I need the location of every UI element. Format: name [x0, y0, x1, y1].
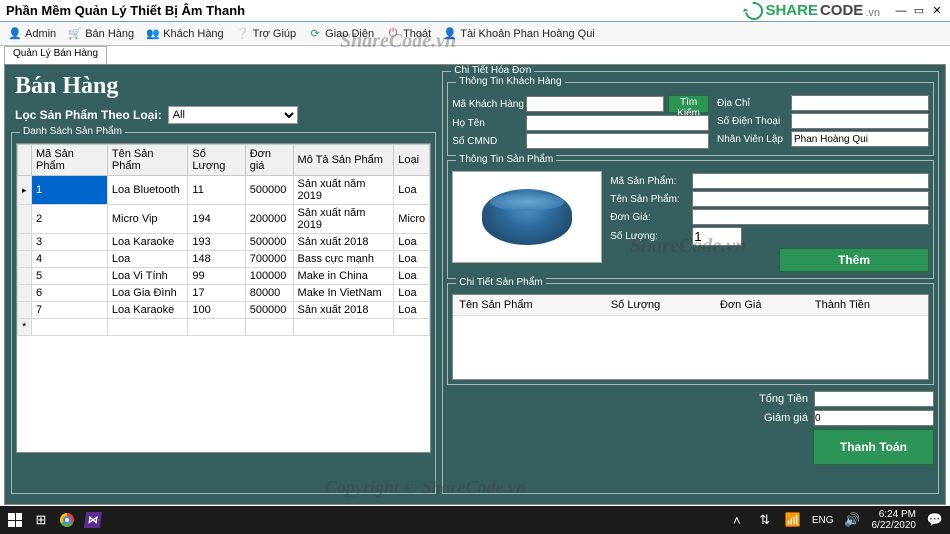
filter-label: Lọc Sản Phẩm Theo Loại: [15, 108, 162, 122]
sharecode-logo: SHARECODE.vn [745, 2, 880, 20]
clock[interactable]: 6:24 PM6/22/2020 [872, 509, 917, 531]
window-title: Phần Mềm Quản Lý Thiết Bị Âm Thanh [6, 3, 245, 18]
detail-box: Chi Tiết Sản Phẩm Tên Sản Phẩm Số Lượng … [447, 283, 934, 385]
staff-input[interactable] [791, 131, 929, 147]
help-icon: ❔ [236, 27, 250, 41]
user-icon: 👤 [8, 27, 22, 41]
cart-icon: 🛒 [68, 27, 82, 41]
minimize-button[interactable]: — [894, 4, 908, 18]
filter-select[interactable]: All [168, 106, 298, 124]
menu-exit[interactable]: ⏻Thoát [386, 27, 431, 41]
main-content: Bán Hàng Lọc Sản Phẩm Theo Loại: All Dan… [4, 64, 946, 505]
table-row[interactable]: 5Loa Vi Tính99100000Make in ChinaLoa [18, 268, 430, 285]
start-button[interactable] [6, 511, 24, 529]
recycle-icon [742, 0, 767, 23]
product-list-box: Danh Sách Sản Phẩm Mã Sản Phẩm Tên Sản P… [11, 132, 436, 494]
total-input[interactable] [814, 391, 934, 407]
col-gia[interactable]: Đơn giá [245, 145, 293, 176]
page-title: Bán Hàng [15, 73, 432, 100]
menu-help[interactable]: ❔Trợ Giúp [236, 27, 296, 41]
col-ten[interactable]: Tên Sản Phẩm [107, 145, 188, 176]
speaker-icon [482, 189, 572, 245]
notifications-icon[interactable]: 💬 [926, 511, 944, 529]
lang-indicator[interactable]: ENG [812, 515, 834, 526]
table-row[interactable]: 4Loa148700000Bass cực mạnhLoa [18, 251, 430, 268]
task-view-icon[interactable]: ⊞ [32, 511, 50, 529]
table-row[interactable]: 3Loa Karaoke193500000Sản xuất 2018Loa [18, 234, 430, 251]
discount-stepper[interactable] [814, 410, 934, 426]
product-qty-stepper[interactable] [692, 227, 742, 246]
network-icon[interactable]: ⇅ [756, 511, 774, 529]
customer-phone-input[interactable] [791, 113, 929, 129]
visual-studio-icon[interactable]: ⋈ [84, 511, 102, 529]
invoice-box: Chi Tiết Hóa Đơn Thông Tin Khách Hàng Mã… [442, 71, 939, 494]
col-ma[interactable]: Mã Sản Phẩm [32, 145, 108, 176]
menu-interface[interactable]: ⟳Giao Diện [308, 27, 374, 41]
customer-idnum-input[interactable] [526, 133, 709, 149]
add-button[interactable]: Thêm [779, 248, 929, 272]
new-row[interactable] [18, 319, 430, 336]
tray-up-icon[interactable]: ˄ [728, 511, 746, 529]
customer-id-input[interactable] [526, 96, 664, 112]
table-row[interactable]: 7Loa Karaoke100500000Sản xuất 2018Loa [18, 302, 430, 319]
account-icon: 👤 [443, 27, 457, 41]
maximize-button[interactable]: ▭ [912, 4, 926, 18]
menu-account[interactable]: 👤Tài Khoản Phan Hoàng Qui [443, 27, 595, 41]
col-sl[interactable]: Số Lượng [188, 145, 245, 176]
menu-bar: 👤Admin 🛒Bán Hàng 👥Khách Hàng ❔Trợ Giúp ⟳… [0, 22, 950, 46]
menu-customers[interactable]: 👥Khách Hàng [146, 27, 224, 41]
col-loai[interactable]: Loại [394, 145, 430, 176]
product-name-input[interactable] [692, 191, 929, 207]
customer-address-input[interactable] [791, 95, 929, 111]
refresh-icon: ⟳ [308, 27, 322, 41]
taskbar: ⊞ ⋈ ˄ ⇅ 📶 ENG 🔊 6:24 PM6/22/2020 💬 [0, 506, 950, 534]
chrome-icon[interactable] [58, 511, 76, 529]
menu-admin[interactable]: 👤Admin [8, 27, 56, 41]
table-row[interactable]: 1Loa Bluetooth11500000Sản xuất năm 2019L… [18, 176, 430, 205]
product-image [452, 171, 602, 263]
wifi-icon[interactable]: 📶 [784, 511, 802, 529]
product-grid[interactable]: Mã Sản Phẩm Tên Sản Phẩm Số Lượng Đơn gi… [16, 143, 431, 453]
power-icon: ⏻ [386, 27, 400, 41]
search-button[interactable]: Tìm Kiếm [668, 95, 709, 113]
tab-strip: Quản Lý Bán Hàng [0, 46, 950, 64]
close-button[interactable]: ✕ [930, 4, 944, 18]
pay-button[interactable]: Thanh Toán [813, 429, 934, 465]
product-price-input[interactable] [692, 209, 929, 225]
menu-sales[interactable]: 🛒Bán Hàng [68, 27, 134, 41]
detail-grid[interactable]: Tên Sản Phẩm Số Lượng Đơn Giá Thành Tiền [452, 294, 929, 380]
table-row[interactable]: 6Loa Gia Đình1780000Make In VietNamLoa [18, 285, 430, 302]
product-id-input[interactable] [692, 173, 929, 189]
volume-icon[interactable]: 🔊 [844, 511, 862, 529]
customer-box: Thông Tin Khách Hàng Mã Khách HàngTìm Ki… [447, 82, 934, 156]
col-mota[interactable]: Mô Tả Sản Phẩm [293, 145, 394, 176]
totals: Tổng Tiền Giảm giá Thanh Toán [447, 391, 934, 465]
users-icon: 👥 [146, 27, 160, 41]
product-info-box: Thông Tin Sản Phẩm Mã Sản Phẩm: Tên Sản … [447, 160, 934, 279]
title-bar: Phần Mềm Quản Lý Thiết Bị Âm Thanh SHARE… [0, 0, 950, 22]
tab-sales-management[interactable]: Quản Lý Bán Hàng [4, 46, 107, 64]
table-row[interactable]: 2Micro Vip194200000Sản xuất năm 2019Micr… [18, 205, 430, 234]
customer-name-input[interactable] [526, 115, 709, 131]
